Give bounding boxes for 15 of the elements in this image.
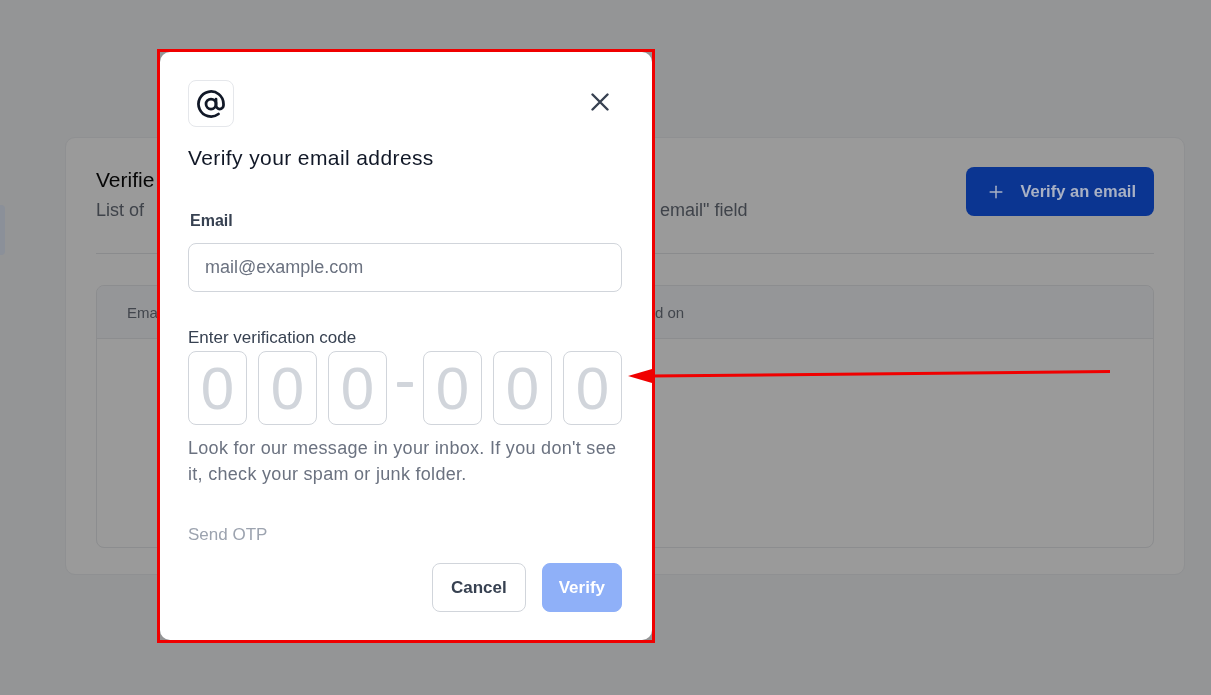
page-title: Verifie	[96, 168, 156, 192]
close-icon	[591, 92, 609, 111]
column-header: Ema	[126, 303, 158, 321]
page-subtitle: email" field	[660, 199, 749, 222]
email-field[interactable]: mail@example.com	[188, 243, 622, 292]
help-text: Look for our message in your inbox. If you don't see it, check your spam or junk folder.	[188, 437, 618, 486]
verify-email-button[interactable]: Verify an email	[966, 167, 1154, 216]
page-subtitle: List of	[96, 199, 146, 222]
email-label: Email	[189, 211, 234, 231]
at-sign-icon	[188, 80, 234, 127]
cancel-button[interactable]: Cancel	[431, 563, 526, 612]
dash-icon	[397, 381, 413, 387]
dialog-title: Verify your email address	[188, 145, 435, 171]
column-header: d on	[655, 303, 686, 321]
code-label: Enter verification code	[188, 327, 358, 349]
